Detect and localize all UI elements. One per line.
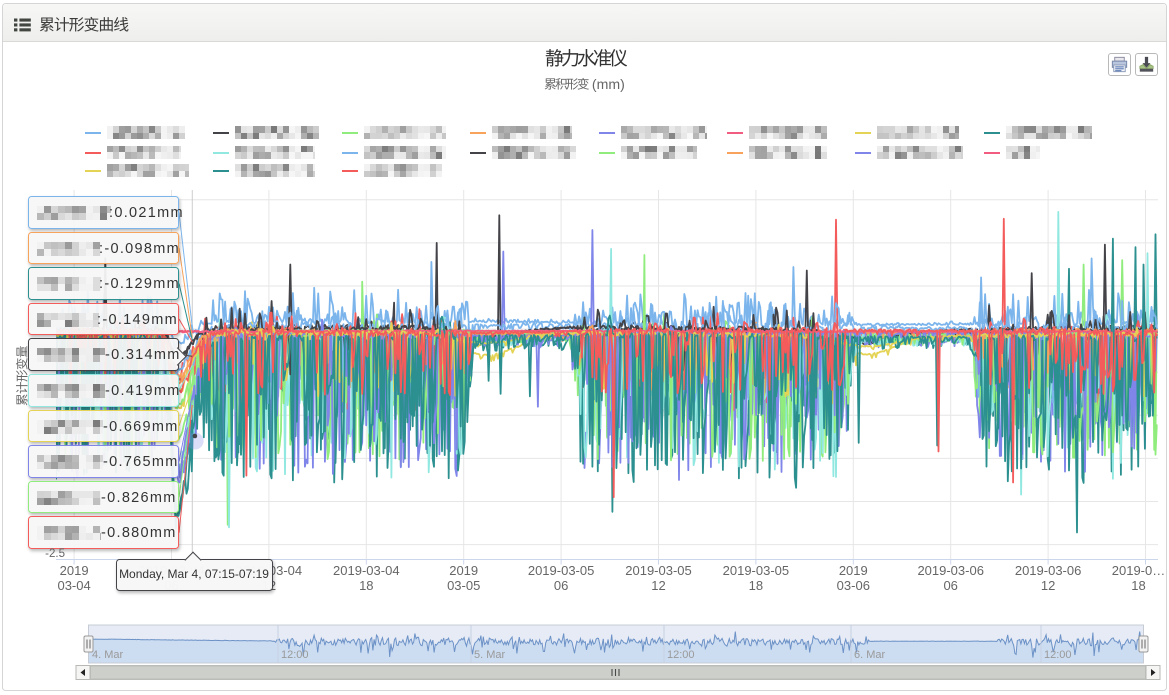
tooltip-box-3: :-0.149mm: [28, 303, 179, 336]
tooltip-value: -0.669mm: [103, 419, 179, 435]
masked-text: [37, 277, 101, 291]
tooltip-box-8: -0.826mm: [28, 481, 179, 514]
tooltip-box-4: -0.314mm: [28, 338, 179, 371]
tooltip-value: -0.826mm: [101, 490, 177, 506]
masked-text: [37, 313, 99, 327]
tooltip-box-7: -0.765mm: [28, 445, 179, 478]
navigator-label: 5. Mar: [474, 649, 505, 661]
y-axis-title: [16, 344, 29, 406]
navigator-label: 4. Mar: [92, 649, 123, 661]
navigator-label: 12:00: [281, 649, 309, 661]
x-tick-label: 2019-0…18: [1079, 563, 1169, 593]
masked-text: [37, 526, 101, 540]
tooltip-box-5: -0.419mm: [28, 374, 179, 407]
tooltip-box-2: :-0.129mm: [28, 267, 179, 300]
navigator-label: 12:00: [1044, 649, 1072, 661]
tooltip-value: -0.419mm: [105, 383, 181, 399]
scrollbar-left-button[interactable]: [76, 666, 90, 680]
navigator: [84, 625, 1148, 663]
tooltip-box-6: -0.669mm: [28, 410, 179, 443]
series-lines: [56, 212, 1157, 533]
tooltip-value: :0.021mm: [109, 205, 184, 221]
masked-text: [37, 491, 101, 505]
scrollbar-thumb[interactable]: [91, 666, 1146, 679]
tooltip-value: :-0.098mm: [99, 241, 180, 257]
scrollbar-right-button[interactable]: [1146, 666, 1160, 680]
masked-text: [37, 206, 111, 220]
masked-text: [37, 455, 103, 469]
tooltip-box-1: :-0.098mm: [28, 232, 179, 265]
tooltip-time-box: Monday, Mar 4, 07:15-07:19: [116, 559, 273, 591]
scrollbar: [76, 666, 1160, 680]
tooltip-value: :-0.149mm: [97, 312, 178, 328]
tooltip-value: -0.314mm: [105, 347, 181, 363]
y-axis-label: -2.5: [34, 548, 65, 560]
tooltip-box-0: :0.021mm: [28, 196, 179, 229]
tooltip-box-9: -0.880mm: [28, 516, 179, 549]
navigator-mask: [89, 625, 1144, 663]
navigator-label: 12:00: [667, 649, 695, 661]
navigator-handle-right[interactable]: [1139, 636, 1148, 652]
tooltip-value: :-0.129mm: [99, 276, 180, 292]
tooltip-value: -0.880mm: [101, 525, 177, 541]
hover-point: [193, 434, 198, 439]
masked-text: [37, 384, 105, 398]
tooltip-value: -0.765mm: [103, 454, 179, 470]
masked-text: [37, 420, 103, 434]
navigator-label: 6. Mar: [854, 649, 885, 661]
masked-text: [37, 348, 105, 362]
masked-text: [37, 242, 101, 256]
